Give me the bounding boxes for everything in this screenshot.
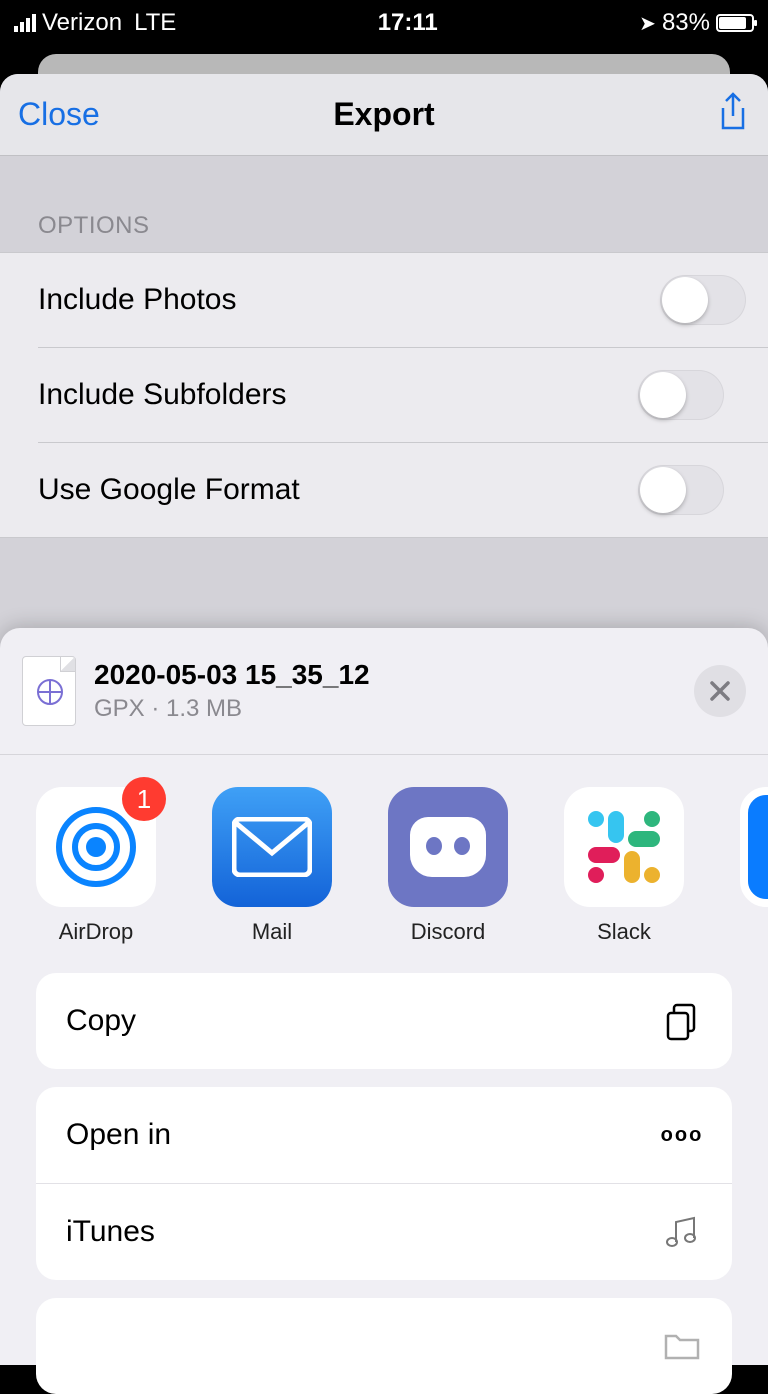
row-google-format: Use Google Format bbox=[38, 442, 768, 537]
row-include-subfolders: Include Subfolders bbox=[38, 347, 768, 442]
airdrop-label: AirDrop bbox=[59, 919, 134, 945]
folder-icon bbox=[662, 1326, 702, 1366]
actions-list: Copy Open in ooo iTunes bbox=[0, 973, 768, 1394]
action-itunes[interactable]: iTunes bbox=[36, 1183, 732, 1280]
app-mail[interactable]: Mail bbox=[212, 787, 332, 945]
action-copy[interactable]: Copy bbox=[36, 973, 732, 1069]
nav-bar: Close Export bbox=[0, 74, 768, 156]
toggle-google-format[interactable] bbox=[638, 465, 724, 515]
itunes-label: iTunes bbox=[66, 1215, 155, 1249]
airdrop-icon: 1 bbox=[36, 787, 156, 907]
options-list: Include Photos Include Subfolders Use Go… bbox=[0, 252, 768, 538]
label-include-photos: Include Photos bbox=[38, 283, 236, 317]
apps-row[interactable]: 1 AirDrop Mail Discord Slack bbox=[0, 755, 768, 973]
options-header: OPTIONS bbox=[0, 156, 768, 252]
slack-label: Slack bbox=[597, 919, 651, 945]
network-label: LTE bbox=[134, 9, 176, 37]
page-title: Export bbox=[0, 96, 768, 133]
app-more[interactable] bbox=[740, 787, 768, 945]
battery-icon bbox=[716, 14, 754, 32]
mail-label: Mail bbox=[252, 919, 292, 945]
file-header: 2020-05-03 15_35_12 GPX · 1.3 MB bbox=[0, 628, 768, 755]
share-icon[interactable] bbox=[716, 92, 750, 137]
close-button[interactable]: Close bbox=[18, 96, 100, 133]
row-include-photos: Include Photos bbox=[0, 253, 768, 347]
share-sheet: 2020-05-03 15_35_12 GPX · 1.3 MB 1 AirDr… bbox=[0, 628, 768, 1365]
file-name: 2020-05-03 15_35_12 bbox=[94, 659, 676, 691]
toggle-include-subfolders[interactable] bbox=[638, 370, 724, 420]
more-app-icon bbox=[740, 787, 768, 907]
app-slack[interactable]: Slack bbox=[564, 787, 684, 945]
app-airdrop[interactable]: 1 AirDrop bbox=[36, 787, 156, 945]
label-google-format: Use Google Format bbox=[38, 473, 300, 507]
action-open-in[interactable]: Open in ooo bbox=[36, 1087, 732, 1183]
copy-icon bbox=[662, 1001, 702, 1041]
toggle-include-photos[interactable] bbox=[660, 275, 746, 325]
open-in-label: Open in bbox=[66, 1118, 171, 1152]
airdrop-badge: 1 bbox=[122, 777, 166, 821]
location-icon: ➤ bbox=[639, 11, 656, 36]
discord-icon bbox=[388, 787, 508, 907]
app-discord[interactable]: Discord bbox=[388, 787, 508, 945]
label-include-subfolders: Include Subfolders bbox=[38, 378, 287, 412]
mail-icon bbox=[212, 787, 332, 907]
clock: 17:11 bbox=[378, 9, 438, 37]
carrier-label: Verizon bbox=[42, 9, 122, 37]
slack-icon bbox=[564, 787, 684, 907]
action-save-files[interactable] bbox=[36, 1298, 732, 1394]
close-icon[interactable] bbox=[694, 665, 746, 717]
battery-percent: 83% bbox=[662, 9, 710, 37]
discord-label: Discord bbox=[411, 919, 486, 945]
ellipsis-icon: ooo bbox=[662, 1115, 702, 1155]
signal-icon bbox=[14, 14, 36, 32]
save-files-label bbox=[66, 1329, 74, 1363]
file-meta: GPX · 1.3 MB bbox=[94, 695, 676, 723]
file-icon bbox=[22, 656, 76, 726]
status-bar: Verizon LTE 17:11 ➤ 83% bbox=[0, 0, 768, 46]
copy-label: Copy bbox=[66, 1004, 136, 1038]
music-icon bbox=[662, 1212, 702, 1252]
